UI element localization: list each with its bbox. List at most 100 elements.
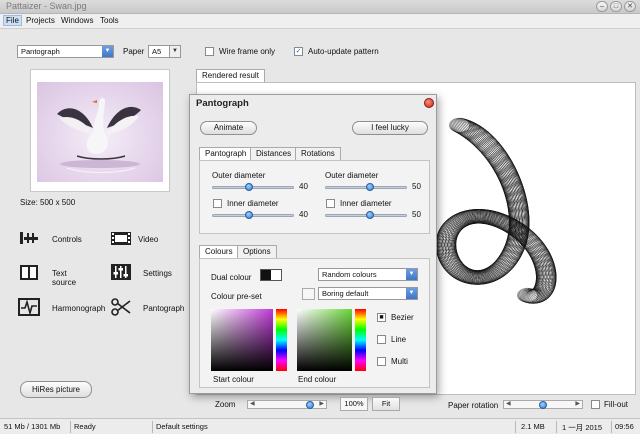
feel-lucky-button[interactable]: I feel lucky — [352, 121, 428, 135]
random-colours-value: Random colours — [322, 270, 377, 279]
sidebar-item-controls[interactable]: Controls — [18, 229, 82, 249]
memory-status: 51 Mb / 1301 Mb — [4, 422, 61, 431]
waveform-icon — [18, 298, 40, 316]
menu-projects[interactable]: Projects — [24, 16, 57, 25]
bezier-radio[interactable]: ■ — [377, 313, 386, 322]
multi-radio[interactable] — [377, 357, 386, 366]
slider-thumb[interactable] — [245, 211, 253, 219]
sidebar-item-text-source[interactable]: Text source — [18, 263, 76, 287]
sidebar-item-harmonograph[interactable]: Harmonograph — [18, 298, 105, 318]
status-divider — [611, 421, 612, 433]
outer-diameter-2-label: Outer diameter — [325, 171, 379, 180]
menu-windows[interactable]: Windows — [59, 16, 95, 25]
autoupdate-label: Auto-update pattern — [308, 47, 379, 56]
time-status: 09:56 — [615, 422, 634, 431]
minimize-button[interactable]: – — [596, 1, 608, 12]
status-divider — [70, 421, 71, 433]
colour-preset-select[interactable]: Boring default ▼ — [318, 287, 418, 300]
menu-tools[interactable]: Tools — [98, 16, 121, 25]
mode-select[interactable]: Pantograph ▼ — [17, 45, 114, 58]
tab-options[interactable]: Options — [237, 245, 277, 258]
pantograph-params-group: Outer diameter 40 Inner diameter 40 Oute… — [199, 160, 430, 234]
pattern-curve — [440, 118, 542, 291]
slider-thumb[interactable] — [366, 211, 374, 219]
paper-rotation-slider[interactable]: ◀ ▶ — [503, 400, 583, 409]
wireframe-checkbox[interactable] — [205, 47, 214, 56]
menu-file[interactable]: File — [3, 15, 22, 26]
close-button[interactable]: ✕ — [624, 1, 636, 12]
dialog-close-icon[interactable] — [424, 98, 434, 108]
scissors-icon — [111, 298, 131, 316]
dialog-title: Pantograph — [196, 98, 249, 109]
random-colours-select[interactable]: Random colours ▼ — [318, 268, 418, 281]
tab-pantograph[interactable]: Pantograph — [199, 147, 253, 160]
slider-thumb[interactable] — [306, 401, 314, 409]
start-colour-picker[interactable] — [211, 309, 273, 371]
end-hue-slider[interactable] — [355, 309, 366, 371]
paper-select-value: A5 — [152, 47, 162, 56]
chevron-down-icon: ▼ — [406, 269, 417, 280]
swan-photo — [37, 82, 163, 182]
maximize-button[interactable]: □ — [610, 1, 622, 12]
slider-thumb[interactable] — [539, 401, 547, 409]
outer-diameter-1-slider[interactable] — [212, 183, 294, 191]
tab-distances[interactable]: Distances — [250, 147, 298, 160]
tab-colours[interactable]: Colours — [199, 245, 239, 258]
inner-diameter-2-checkbox[interactable] — [326, 199, 335, 208]
inner-diameter-1-slider[interactable] — [212, 211, 294, 219]
dual-colour-toggle[interactable] — [260, 269, 282, 281]
status-divider — [152, 421, 153, 433]
autoupdate-checkbox[interactable]: ✓ — [294, 47, 303, 56]
dual-colour-label: Dual colour — [211, 273, 252, 282]
end-colour-picker[interactable] — [297, 309, 352, 371]
arrow-right-icon: ▶ — [319, 401, 324, 407]
inner-diameter-1-checkbox[interactable] — [213, 199, 222, 208]
settings-status: Default settings — [156, 422, 208, 431]
sidebar-item-video[interactable]: Video — [110, 229, 158, 249]
preset-swatch[interactable] — [302, 288, 315, 300]
fill-out-checkbox[interactable] — [591, 400, 600, 409]
hires-picture-button[interactable]: HiRes picture — [20, 381, 92, 398]
slider-thumb[interactable] — [366, 183, 374, 191]
sidebar-item-label: Text source — [52, 269, 77, 287]
bezier-label: Bezier — [391, 313, 414, 322]
film-icon — [111, 232, 131, 245]
tab-rendered-result[interactable]: Rendered result — [196, 69, 265, 82]
image-size-label: Size: 500 x 500 — [20, 198, 76, 207]
inner-diameter-2-label: Inner diameter — [340, 199, 392, 208]
line-label: Line — [391, 335, 407, 344]
arrow-left-icon: ◀ — [506, 401, 511, 407]
arrow-left-icon: ◀ — [250, 401, 255, 407]
pantograph-dialog: Pantograph Animate I feel lucky Pantogra… — [189, 94, 437, 394]
window-title: Pattaizer - Swan.jpg — [6, 1, 87, 11]
end-colour-label: End colour — [298, 375, 337, 384]
paper-select[interactable]: A5 ▼ — [148, 45, 181, 58]
colour-preset-label: Colour pre-set — [211, 292, 262, 301]
outer-diameter-2-slider[interactable] — [325, 183, 407, 191]
zoom-value: 100% — [340, 397, 368, 411]
sidebar-item-label: Controls — [52, 235, 82, 244]
sidebar-item-settings[interactable]: Settings — [110, 263, 172, 283]
slider-thumb[interactable] — [245, 183, 253, 191]
paper-label: Paper — [123, 47, 145, 56]
zoom-slider[interactable]: ◀ ▶ — [247, 400, 327, 409]
status-divider — [515, 421, 516, 433]
line-radio[interactable] — [377, 335, 386, 344]
animate-button[interactable]: Animate — [200, 121, 257, 135]
colour-preset-value: Boring default — [322, 289, 369, 298]
pattern-curve — [453, 120, 555, 293]
inner-diameter-1-label: Inner diameter — [227, 199, 279, 208]
chevron-down-icon: ▼ — [406, 288, 417, 299]
sidebar-item-pantograph[interactable]: Pantograph — [110, 298, 184, 318]
file-size-status: 2.1 MB — [521, 422, 545, 431]
fit-button[interactable]: Fit — [372, 397, 400, 411]
status-divider — [556, 421, 557, 433]
start-hue-slider[interactable] — [276, 309, 287, 371]
sidebar-item-label: Video — [138, 235, 159, 244]
chevron-down-icon: ▼ — [102, 46, 113, 57]
tab-rotations[interactable]: Rotations — [295, 147, 341, 160]
zoom-label: Zoom — [215, 400, 236, 409]
inner-diameter-2-value: 50 — [412, 210, 421, 219]
inner-diameter-2-slider[interactable] — [325, 211, 407, 219]
sidebar-item-label: Pantograph — [143, 304, 185, 313]
